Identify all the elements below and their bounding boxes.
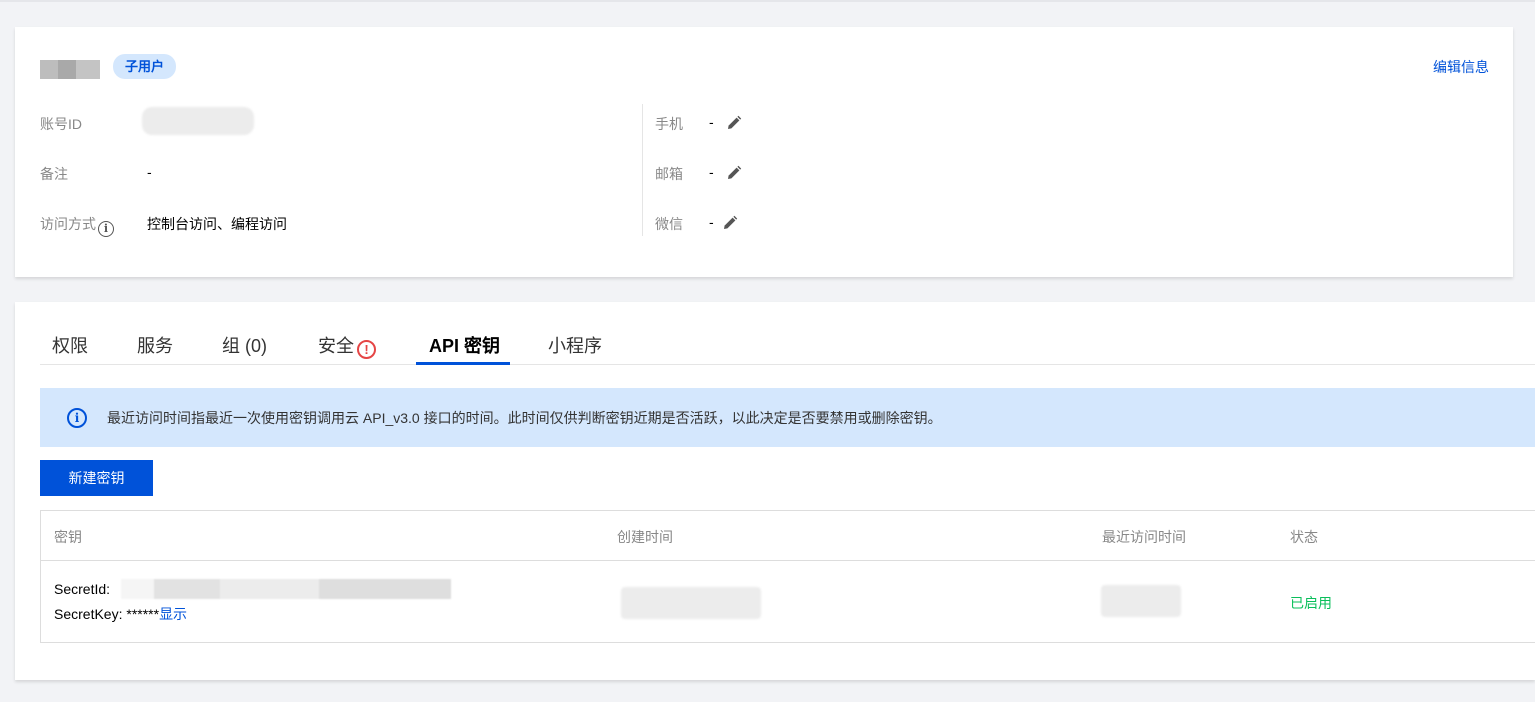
remark-label: 备注	[40, 166, 68, 182]
api-key-card: 权限 服务 组 (0) 安全! API 密钥 小程序 i 最近访问时间指最近一次…	[15, 302, 1535, 680]
remark-value: -	[147, 164, 152, 180]
account-id-label: 账号ID	[40, 116, 82, 132]
header-status: 状态	[1290, 529, 1318, 545]
access-method-label: 访问方式 i	[40, 214, 114, 237]
api-key-table: 密钥 创建时间 最近访问时间 状态 SecretId: SecretKey: *…	[40, 510, 1535, 643]
edit-phone-pencil-icon[interactable]	[726, 115, 742, 131]
header-created: 创建时间	[617, 529, 673, 545]
user-profile-card: 子用户 编辑信息 账号ID 备注 - 访问方式 i 控制台访问、编程访问 手机 -…	[15, 27, 1513, 277]
tab-api-keys[interactable]: API 密钥	[429, 332, 500, 358]
info-icon[interactable]: i	[98, 221, 114, 237]
sub-user-badge: 子用户	[113, 54, 177, 79]
vertical-divider	[642, 104, 643, 236]
edit-email-pencil-icon[interactable]	[726, 165, 742, 181]
info-notice: i 最近访问时间指最近一次使用密钥调用云 API_v3.0 接口的时间。此时间仅…	[40, 388, 1535, 447]
tab-security[interactable]: 安全!	[318, 332, 376, 359]
notice-info-icon: i	[67, 408, 87, 428]
email-value: -	[709, 164, 714, 180]
tab-bar: 权限 服务 组 (0) 安全! API 密钥 小程序	[40, 324, 1535, 365]
tab-security-label: 安全	[318, 336, 354, 356]
edit-info-link[interactable]: 编辑信息	[1433, 57, 1489, 77]
secret-id-redacted	[121, 579, 451, 599]
security-alert-icon: !	[357, 340, 376, 359]
phone-label: 手机	[655, 116, 683, 132]
table-header: 密钥 创建时间 最近访问时间 状态	[41, 511, 1535, 561]
active-tab-indicator	[416, 362, 510, 365]
tab-permissions[interactable]: 权限	[52, 332, 88, 358]
username-redacted	[40, 60, 100, 79]
top-border	[0, 0, 1535, 2]
secret-key-row: SecretKey: ******显示	[54, 604, 187, 624]
tab-services[interactable]: 服务	[137, 332, 173, 358]
tab-groups[interactable]: 组 (0)	[222, 332, 267, 358]
secret-id-label: SecretId:	[54, 581, 111, 597]
wechat-value: -	[709, 214, 714, 230]
show-secret-link[interactable]: 显示	[159, 606, 187, 622]
access-method-value: 控制台访问、编程访问	[147, 216, 287, 232]
created-time-redacted	[621, 587, 761, 619]
phone-value: -	[709, 114, 714, 130]
header-last-access: 最近访问时间	[1102, 529, 1186, 545]
access-method-text: 访问方式	[40, 216, 96, 232]
wechat-label: 微信	[655, 216, 683, 232]
last-access-redacted	[1101, 585, 1181, 617]
edit-wechat-pencil-icon[interactable]	[722, 215, 738, 231]
tab-mini-program[interactable]: 小程序	[548, 332, 602, 358]
account-id-redacted	[142, 107, 254, 135]
status-badge: 已启用	[1290, 595, 1332, 611]
notice-text: 最近访问时间指最近一次使用密钥调用云 API_v3.0 接口的时间。此时间仅供判…	[107, 410, 942, 426]
email-label: 邮箱	[655, 166, 683, 182]
header-key: 密钥	[54, 529, 82, 545]
secret-key-label: SecretKey: ******	[54, 606, 160, 622]
new-key-button[interactable]: 新建密钥	[40, 460, 153, 496]
